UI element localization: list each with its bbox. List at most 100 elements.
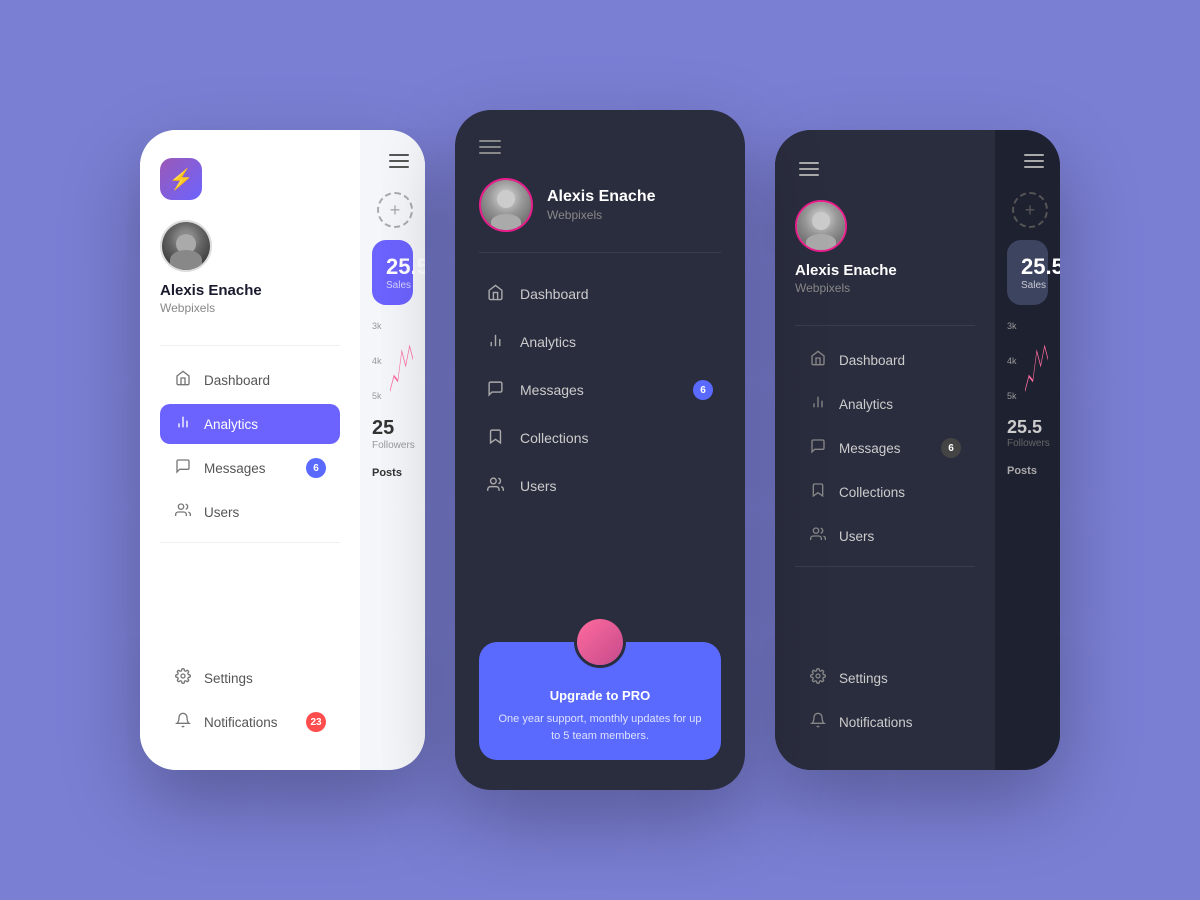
phone-3-divider-1 [795,325,975,326]
phone-3-avatar [795,200,847,252]
p3-notifications-icon [809,712,827,732]
phone-3-right-panel: + 25.5 Sales 5k 4k 3k 25 [995,130,1060,770]
p3-messages-badge: 6 [941,438,961,458]
p2-collections-icon [487,428,504,448]
avatar-image [162,222,210,270]
p3-label-collections: Collections [839,485,905,500]
p3-home-icon [809,350,827,370]
p3-ham-line-2 [799,168,819,170]
upgrade-section: Upgrade to PRO One year support, monthly… [479,626,721,760]
settings-icon [174,668,192,688]
phone-2-user-profile: Alexis Enache Webpixels [479,178,721,232]
hamburger-line-3 [389,166,409,168]
phone-3-right-hamburger[interactable] [1020,150,1048,172]
divider-2 [160,542,340,543]
sidebar-label-users: Users [204,505,239,520]
main-nav: Dashboard Analytics Messages 6 Users [160,360,340,532]
p2-messages-icon [487,380,504,400]
sidebar-item-messages[interactable]: Messages 6 [160,448,340,488]
phone-2-hamburger[interactable] [479,140,721,154]
p2-sidebar-item-messages[interactable]: Messages 6 [479,367,721,413]
p3-label-settings: Settings [839,671,888,686]
sidebar-item-analytics[interactable]: Analytics [160,404,340,444]
p3-sidebar-item-analytics[interactable]: Analytics [795,384,975,424]
p2-label-collections: Collections [520,430,588,446]
logo-box[interactable]: ⚡ [160,158,202,200]
followers-number: 25 [372,417,413,440]
p2-sidebar-item-users[interactable]: Users [479,463,721,509]
sidebar-item-notifications[interactable]: Notifications 23 [160,702,340,742]
add-button[interactable]: + [377,192,413,228]
phone-3-user-subtitle: Webpixels [795,281,975,295]
p3-followers-stat: 25.5 Followers [1007,417,1048,449]
sidebar-label-dashboard: Dashboard [204,373,270,388]
p3r-ham-line-3 [1024,166,1044,168]
p3-settings-icon [809,668,827,688]
p2-label-users: Users [520,478,557,494]
phone-2-nav: Dashboard Analytics Messages 6 Collectio… [479,271,721,606]
messages-badge: 6 [306,458,326,478]
hamburger-line-2 [389,160,409,162]
sidebar-label-messages: Messages [204,461,266,476]
p2-sidebar-item-collections[interactable]: Collections [479,415,721,461]
phone-1-sidebar: ⚡ Alexis Enache Webpixels Dashboard [140,130,360,770]
notifications-icon [174,712,192,732]
chart-area [390,321,413,401]
sidebar-item-settings[interactable]: Settings [160,658,340,698]
phone-2-avatar [479,178,533,232]
p3-messages-icon [809,438,827,458]
followers-label: Followers [372,440,413,451]
phone-2-user-subtitle: Webpixels [547,208,656,222]
phone-1-right-panel: + 25.5 Sales 5k 4k 3k 25 [360,130,425,770]
user-profile: Alexis Enache Webpixels [160,220,340,315]
p3-stat-label: Sales [1021,280,1034,291]
phone-3: Alexis Enache Webpixels Dashboard Analyt… [775,130,1060,770]
p2-sidebar-item-dashboard[interactable]: Dashboard [479,271,721,317]
phone-1: ⚡ Alexis Enache Webpixels Dashboard [140,130,425,770]
p3-sidebar-item-dashboard[interactable]: Dashboard [795,340,975,380]
phone-2-user-name: Alexis Enache [547,188,656,206]
user-name: Alexis Enache [160,282,340,299]
hamburger-line-1 [389,154,409,156]
logo-icon: ⚡ [169,167,194,192]
hamburger-menu[interactable] [385,150,413,172]
upgrade-desc: One year support, monthly updates for up… [495,711,705,744]
followers-stat: 25 Followers [372,417,413,451]
chart-section: 5k 4k 3k [372,317,413,401]
p2-sidebar-item-analytics[interactable]: Analytics [479,319,721,365]
p3-sidebar-item-notifications[interactable]: Notifications [795,702,975,742]
p3-chart-section: 5k 4k 3k [1007,317,1048,401]
p3-sidebar-item-settings[interactable]: Settings [795,658,975,698]
upgrade-avatar [574,616,626,668]
p2-analytics-icon [487,332,504,352]
home-icon [174,370,192,390]
phone-3-hamburger[interactable] [795,158,823,180]
phone-2-divider [479,252,721,253]
p3-ham-line-3 [799,174,819,176]
phone-3-user-profile: Alexis Enache Webpixels [795,200,975,295]
p3-add-button[interactable]: + [1012,192,1048,228]
phone-3-nav: Dashboard Analytics Messages 6 Collecti [795,340,975,556]
p3-sidebar-item-messages[interactable]: Messages 6 [795,428,975,468]
p3-stat-number: 25.5 [1021,254,1034,280]
p3-ham-line-1 [799,162,819,164]
p3-sidebar-item-users[interactable]: Users [795,516,975,556]
sidebar-label-analytics: Analytics [204,417,258,432]
upgrade-card[interactable]: Upgrade to PRO One year support, monthly… [479,642,721,760]
messages-icon [174,458,192,478]
sidebar-item-dashboard[interactable]: Dashboard [160,360,340,400]
analytics-icon [174,414,192,434]
p3-label-dashboard: Dashboard [839,353,905,368]
p3-collections-icon [809,482,827,502]
p2-label-analytics: Analytics [520,334,576,350]
p3-analytics-icon [809,394,827,414]
posts-label: Posts [372,467,413,479]
ham-line-2 [479,146,501,148]
p3-label-users: Users [839,529,874,544]
stat-number: 25.5 [386,254,399,280]
p3-sidebar-item-collections[interactable]: Collections [795,472,975,512]
p3r-ham-line-2 [1024,160,1044,162]
users-icon [174,502,192,522]
p3-label-messages: Messages [839,441,901,456]
sidebar-item-users[interactable]: Users [160,492,340,532]
